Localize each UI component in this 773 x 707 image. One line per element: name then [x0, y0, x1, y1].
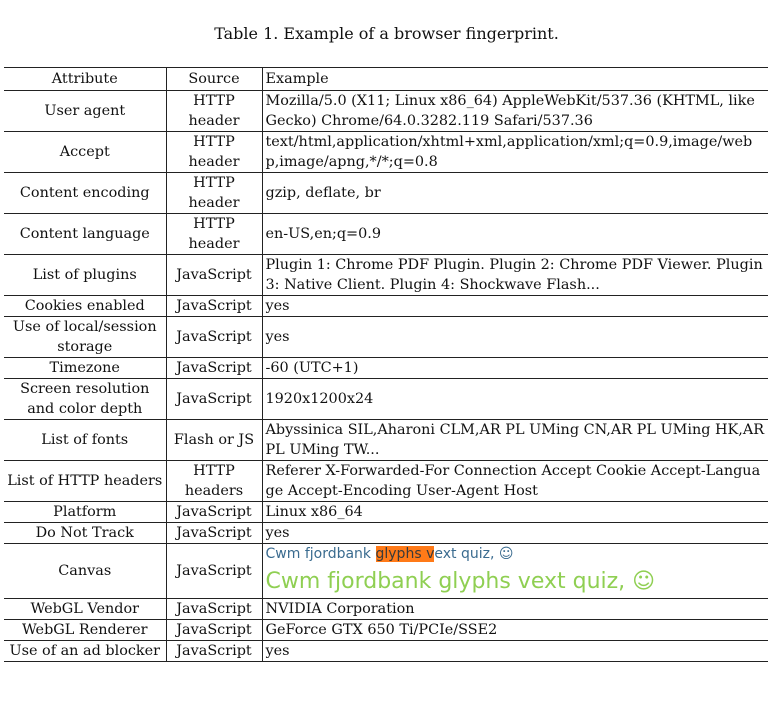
header-attribute: Attribute — [4, 67, 166, 91]
attribute-cell: Screen resolution and color depth — [4, 378, 166, 420]
example-cell: yes — [262, 522, 768, 544]
attribute-cell: User agent — [4, 90, 166, 132]
table-row: List of HTTP headers HTTP headers Refere… — [4, 460, 768, 502]
attribute-cell: Content encoding — [4, 172, 166, 214]
table-row: List of fonts Flash or JS Abyssinica SIL… — [4, 419, 768, 461]
table-row: Screen resolution and color depth JavaSc… — [4, 378, 768, 420]
attribute-cell: Content language — [4, 213, 166, 255]
paper-page: Table 1. Example of a browser fingerprin… — [0, 0, 773, 707]
table-caption: Table 1. Example of a browser fingerprin… — [214, 24, 559, 43]
table-row-canvas: Canvas JavaScript Cwm fjordbank glyphs v… — [4, 543, 768, 599]
attribute-cell: Do Not Track — [4, 522, 166, 544]
example-cell: yes — [262, 316, 768, 358]
canvas-example-cell: Cwm fjordbank glyphs vext quiz, ☺ Cwm fj… — [262, 543, 768, 599]
source-cell: HTTP header — [165, 172, 263, 214]
fingerprint-table: Attribute Source Example User agent HTTP… — [4, 67, 768, 662]
attribute-cell: Cookies enabled — [4, 295, 166, 317]
attribute-cell: Platform — [4, 501, 166, 523]
table-row: Platform JavaScript Linux x86_64 — [4, 501, 768, 523]
attribute-cell: List of plugins — [4, 254, 166, 296]
table-row: Use of local/session storage JavaScript … — [4, 316, 768, 358]
header-example: Example — [262, 67, 768, 91]
example-cell: Linux x86_64 — [262, 501, 768, 523]
attribute-cell: List of fonts — [4, 419, 166, 461]
example-cell: gzip, deflate, br — [262, 172, 768, 214]
attribute-cell: Canvas — [4, 543, 166, 599]
example-cell: yes — [262, 295, 768, 317]
canvas-big-text: Cwm fjordbank glyphs vext quiz, ☺ — [265, 569, 656, 594]
example-cell: yes — [262, 640, 768, 662]
source-cell: JavaScript — [165, 316, 263, 358]
source-cell: JavaScript — [165, 501, 263, 523]
table-row: Content encoding HTTP header gzip, defla… — [4, 172, 768, 214]
attribute-cell: Timezone — [4, 357, 166, 379]
example-cell: -60 (UTC+1) — [262, 357, 768, 379]
table-row: Use of an ad blocker JavaScript yes — [4, 640, 768, 662]
attribute-cell: WebGL Vendor — [4, 598, 166, 620]
example-cell: text/html,application/xhtml+xml,applicat… — [262, 131, 768, 173]
attribute-cell: Accept — [4, 131, 166, 173]
table-row: Timezone JavaScript -60 (UTC+1) — [4, 357, 768, 379]
example-cell: NVIDIA Corporation — [262, 598, 768, 620]
example-cell: en-US,en;q=0.9 — [262, 213, 768, 255]
example-cell: 1920x1200x24 — [262, 378, 768, 420]
table-row: WebGL Renderer JavaScript GeForce GTX 65… — [4, 619, 768, 641]
attribute-cell: Use of an ad blocker — [4, 640, 166, 662]
example-cell: Referer X-Forwarded-For Connection Accep… — [262, 460, 768, 502]
table-row: Accept HTTP header text/html,application… — [4, 131, 768, 173]
source-cell: HTTP header — [165, 131, 263, 173]
table-row: WebGL Vendor JavaScript NVIDIA Corporati… — [4, 598, 768, 620]
table-row: List of plugins JavaScript Plugin 1: Chr… — [4, 254, 768, 296]
source-cell: HTTP header — [165, 90, 263, 132]
attribute-cell: List of HTTP headers — [4, 460, 166, 502]
canvas-small-before: Cwm fjordbank — [265, 546, 376, 562]
source-cell: JavaScript — [165, 543, 263, 599]
source-cell: JavaScript — [165, 619, 263, 641]
table-row: Cookies enabled JavaScript yes — [4, 295, 768, 317]
attribute-cell: WebGL Renderer — [4, 619, 166, 641]
table-row: Do Not Track JavaScript yes — [4, 522, 768, 544]
table-row: Content language HTTP header en-US,en;q=… — [4, 213, 768, 255]
example-cell: Plugin 1: Chrome PDF Plugin. Plugin 2: C… — [262, 254, 768, 296]
source-cell: JavaScript — [165, 598, 263, 620]
example-cell: GeForce GTX 650 Ti/PCIe/SSE2 — [262, 619, 768, 641]
source-cell: Flash or JS — [165, 419, 263, 461]
source-cell: HTTP header — [165, 213, 263, 255]
canvas-small-text: Cwm fjordbank glyphs vext quiz, ☺ — [266, 544, 766, 564]
attribute-cell: Use of local/session storage — [4, 316, 166, 358]
source-cell: JavaScript — [165, 378, 263, 420]
source-cell: JavaScript — [165, 295, 263, 317]
source-cell: JavaScript — [165, 357, 263, 379]
source-cell: JavaScript — [165, 522, 263, 544]
source-cell: JavaScript — [165, 254, 263, 296]
table-row: User agent HTTP header Mozilla/5.0 (X11;… — [4, 90, 768, 132]
canvas-small-after: ext quiz, ☺ — [434, 546, 514, 562]
canvas-highlight: glyphs v — [375, 546, 435, 562]
header-source: Source — [165, 67, 263, 91]
source-cell: JavaScript — [165, 640, 263, 662]
source-cell: HTTP headers — [165, 460, 263, 502]
example-cell: Abyssinica SIL,Aharoni CLM,AR PL UMing C… — [262, 419, 768, 461]
table-header-row: Attribute Source Example — [4, 67, 768, 91]
example-cell: Mozilla/5.0 (X11; Linux x86_64) AppleWeb… — [262, 90, 768, 132]
